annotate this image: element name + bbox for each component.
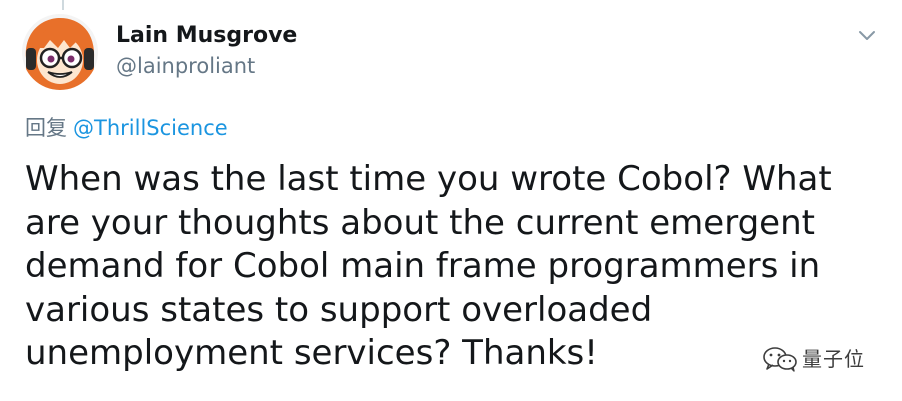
author-block: Lain Musgrove @lainproliant — [116, 22, 297, 81]
reply-prefix: 回复 — [25, 116, 67, 140]
wechat-icon — [763, 347, 797, 372]
reply-context: 回复 @ThrillScience — [25, 114, 228, 142]
reply-mention-link[interactable]: @ThrillScience — [73, 116, 228, 140]
avatar[interactable] — [22, 14, 98, 90]
tweet-text: When was the last time you wrote Cobol? … — [25, 159, 832, 373]
author-handle[interactable]: @lainproliant — [116, 51, 297, 81]
avatar-image — [22, 14, 98, 90]
tweet-card: Lain Musgrove @lainproliant 回复 @ThrillSci… — [0, 0, 902, 401]
watermark-text: 量子位 — [802, 347, 865, 371]
chevron-down-icon[interactable] — [856, 24, 878, 46]
author-display-name[interactable]: Lain Musgrove — [116, 22, 297, 50]
watermark: 量子位 — [762, 345, 865, 373]
thread-connector-line — [62, 0, 64, 10]
